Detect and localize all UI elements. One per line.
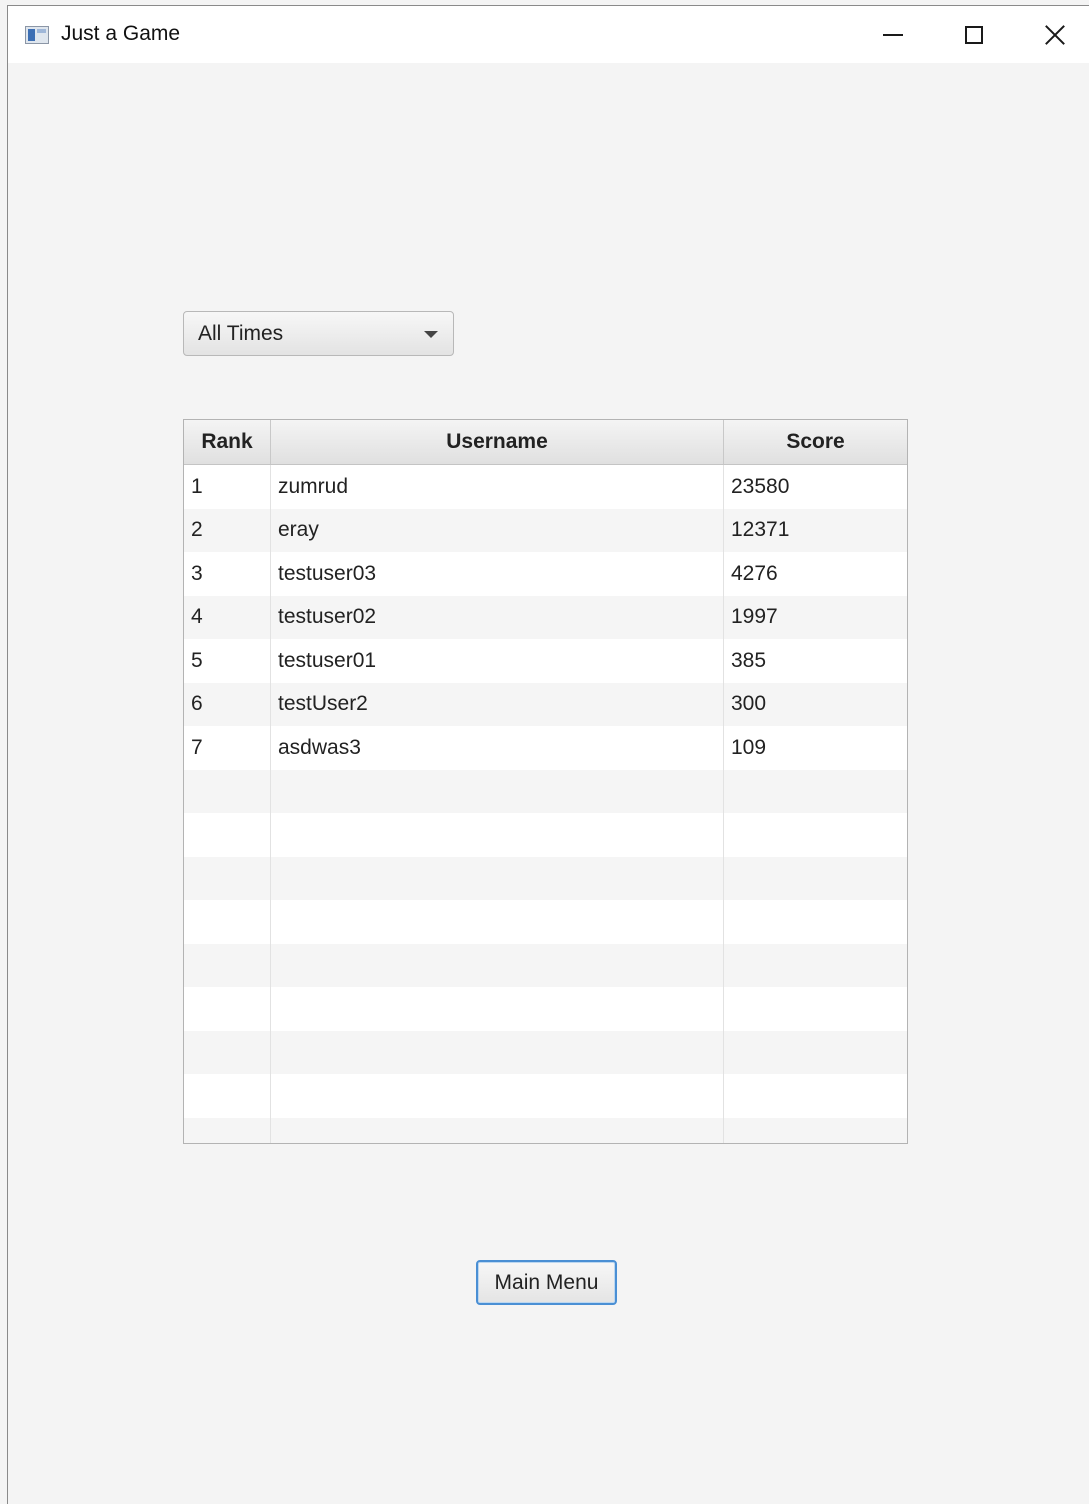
cell-rank: 2 xyxy=(184,508,271,552)
table-row[interactable]: 4 testuser02 1997 xyxy=(184,595,907,639)
maximize-icon xyxy=(965,25,983,44)
cell-score xyxy=(724,1118,907,1144)
cell-score xyxy=(724,1074,907,1118)
table-row[interactable]: 5 testuser01 385 xyxy=(184,639,907,683)
cell-rank xyxy=(184,1074,271,1118)
table-row-empty[interactable] xyxy=(184,769,907,814)
cell-rank: 4 xyxy=(184,595,271,639)
cell-score: 4276 xyxy=(731,561,778,585)
table-row-empty[interactable] xyxy=(184,813,907,857)
cell-rank: 3 xyxy=(184,552,271,596)
cell-score xyxy=(724,813,907,857)
cell-username xyxy=(271,813,724,857)
column-header-score[interactable]: Score xyxy=(724,420,907,464)
time-range-dropdown[interactable]: All Times xyxy=(183,311,454,356)
cell-username xyxy=(271,1117,724,1143)
table-row-empty[interactable] xyxy=(184,856,907,901)
cell-rank xyxy=(184,769,271,813)
cell-username: testuser02 xyxy=(271,595,724,639)
table-row-empty[interactable] xyxy=(184,943,907,988)
cell-rank xyxy=(184,900,271,944)
cell-score xyxy=(724,770,907,814)
table-header: Rank Username Score xyxy=(184,420,907,465)
cell-score xyxy=(724,944,907,988)
cell-score: 12371 xyxy=(731,518,790,542)
cell-username: testUser2 xyxy=(271,682,724,726)
cell-score: 385 xyxy=(731,648,767,672)
column-header-rank[interactable]: Rank xyxy=(184,420,271,464)
cell-score xyxy=(724,900,907,944)
cell-username: testuser03 xyxy=(271,552,724,596)
table-row-empty[interactable] xyxy=(184,1030,907,1075)
cell-username: testuser01 xyxy=(271,639,724,683)
table-row[interactable]: 7 asdwas3 109 xyxy=(184,726,907,770)
leaderboard-table[interactable]: Rank Username Score 1 zumrud 23580 2 eray 123… xyxy=(183,419,908,1144)
cell-username xyxy=(271,769,724,813)
cell-score: 1997 xyxy=(731,605,778,629)
cell-username: eray xyxy=(271,508,724,552)
cell-username xyxy=(271,987,724,1031)
main-menu-button[interactable]: Main Menu xyxy=(476,1260,617,1305)
cell-username: zumrud xyxy=(271,465,724,509)
cell-username xyxy=(271,1074,724,1118)
cell-rank: 1 xyxy=(184,465,271,509)
cell-username xyxy=(271,943,724,987)
minimize-icon xyxy=(883,33,903,36)
time-range-selected-value: All Times xyxy=(198,321,284,345)
cell-score xyxy=(724,987,907,1031)
cell-rank xyxy=(184,1030,271,1074)
cell-score: 300 xyxy=(731,692,767,716)
cell-rank xyxy=(184,987,271,1031)
close-icon xyxy=(1044,24,1066,46)
cell-score: 23580 xyxy=(731,474,790,498)
cell-username xyxy=(271,900,724,944)
cell-username xyxy=(271,856,724,900)
cell-score xyxy=(724,857,907,901)
cell-score: 109 xyxy=(731,735,767,759)
table-row[interactable]: 1 zumrud 23580 xyxy=(184,465,907,509)
cell-username: asdwas3 xyxy=(271,726,724,770)
chevron-down-icon xyxy=(424,331,438,338)
cell-rank: 6 xyxy=(184,682,271,726)
window-title: Just a Game xyxy=(61,22,181,45)
cell-username xyxy=(271,1030,724,1074)
table-row-empty[interactable] xyxy=(184,1117,907,1144)
cell-rank: 7 xyxy=(184,726,271,770)
close-button[interactable] xyxy=(1015,6,1089,63)
table-body: 1 zumrud 23580 2 eray 12371 3 testuser03 4276 4 te… xyxy=(184,465,907,1144)
table-row-empty[interactable] xyxy=(184,900,907,944)
table-row-empty[interactable] xyxy=(184,1074,907,1118)
cell-rank xyxy=(184,813,271,857)
minimize-button[interactable] xyxy=(853,6,933,63)
maximize-button[interactable] xyxy=(934,6,1014,63)
cell-rank xyxy=(184,856,271,900)
table-row[interactable]: 3 testuser03 4276 xyxy=(184,552,907,596)
cell-rank xyxy=(184,943,271,987)
cell-rank: 5 xyxy=(184,639,271,683)
app-window-icon xyxy=(25,26,49,44)
cell-score xyxy=(724,1031,907,1075)
cell-rank xyxy=(184,1117,271,1143)
table-row[interactable]: 6 testUser2 300 xyxy=(184,682,907,726)
title-bar: Just a Game xyxy=(8,6,1089,63)
table-row[interactable]: 2 eray 12371 xyxy=(184,508,907,552)
column-header-username[interactable]: Username xyxy=(271,420,724,464)
table-row-empty[interactable] xyxy=(184,987,907,1031)
